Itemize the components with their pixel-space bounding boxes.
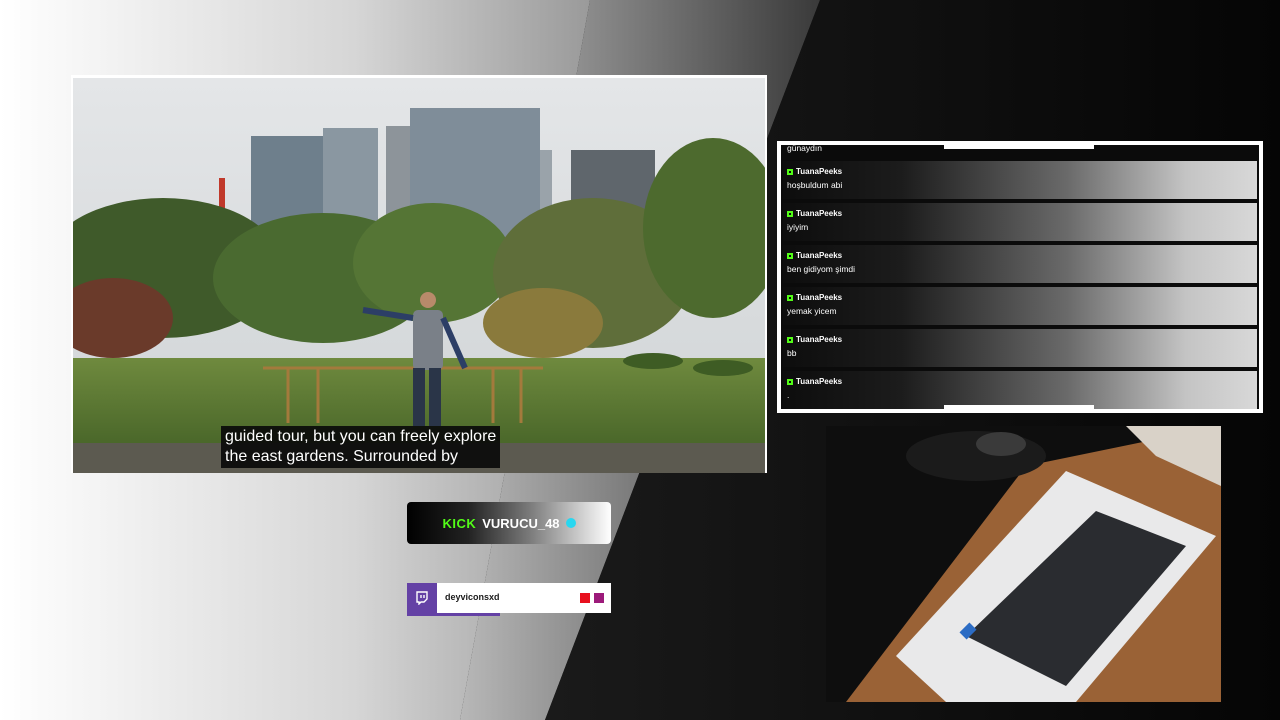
chat-message: TuanaPeeks yemak yicem (783, 287, 1257, 325)
kick-logo: KICK (442, 515, 477, 531)
video-player[interactable]: guided tour, but you can freely explore … (71, 75, 767, 473)
webcam-scene (826, 426, 1221, 702)
chat-text: hoşbuldum abi (787, 180, 843, 190)
chat-message: TuanaPeeks iyiyim (783, 203, 1257, 241)
red-square-icon (580, 593, 590, 603)
kick-username: VURUCU_48 (482, 515, 560, 531)
purple-square-icon (594, 593, 604, 603)
kick-badge-icon (787, 378, 793, 385)
chat-message: TuanaPeeks . (783, 371, 1257, 409)
chat-username: TuanaPeeks (787, 251, 842, 260)
subtitle-line-1: guided tour, but you can freely explore (225, 428, 497, 445)
garden-scene (73, 78, 765, 473)
chat-feed[interactable]: günaydın TuanaPeeks hoşbuldum abi TuanaP… (781, 145, 1259, 409)
chat-text: iyiyim (787, 222, 809, 232)
chat-message: TuanaPeeks bb (783, 329, 1257, 367)
chat-partial-message: günaydın (787, 145, 822, 153)
chat-overlay: günaydın TuanaPeeks hoşbuldum abi TuanaP… (777, 141, 1263, 413)
chat-top-accent (944, 145, 1094, 149)
kick-badge-icon (787, 210, 793, 217)
chat-message: TuanaPeeks hoşbuldum abi (783, 161, 1257, 199)
chat-text: bb (787, 348, 797, 358)
twitch-username-tag: deyviconsxd (407, 583, 611, 616)
kick-badge-icon (787, 294, 793, 301)
chat-text: ben gidiyom şimdi (787, 264, 856, 274)
subtitle-line-2: the east gardens. Surrounded by (225, 448, 459, 465)
twitch-username: deyviconsxd (445, 592, 500, 602)
chat-message: TuanaPeeks ben gidiyom şimdi (783, 245, 1257, 283)
twitch-accent-bar (407, 613, 500, 616)
twitch-icon (407, 583, 437, 613)
video-subtitle: guided tour, but you can freely explore … (221, 426, 501, 468)
chat-text: yemak yicem (787, 306, 837, 316)
kick-badge-icon (787, 252, 793, 259)
chat-username: TuanaPeeks (787, 335, 842, 344)
chat-bottom-accent (944, 405, 1094, 409)
chat-text: . (787, 390, 790, 400)
chat-username: TuanaPeeks (787, 377, 842, 386)
chat-username: TuanaPeeks (787, 167, 842, 176)
webcam-feed (826, 426, 1221, 702)
kick-badge-icon (787, 168, 793, 175)
kick-badge-icon (787, 336, 793, 343)
chat-username: TuanaPeeks (787, 293, 842, 302)
kick-username-tag: KICK VURUCU_48 (407, 502, 611, 544)
chat-username: TuanaPeeks (787, 209, 842, 218)
verified-dot-icon (565, 518, 576, 528)
